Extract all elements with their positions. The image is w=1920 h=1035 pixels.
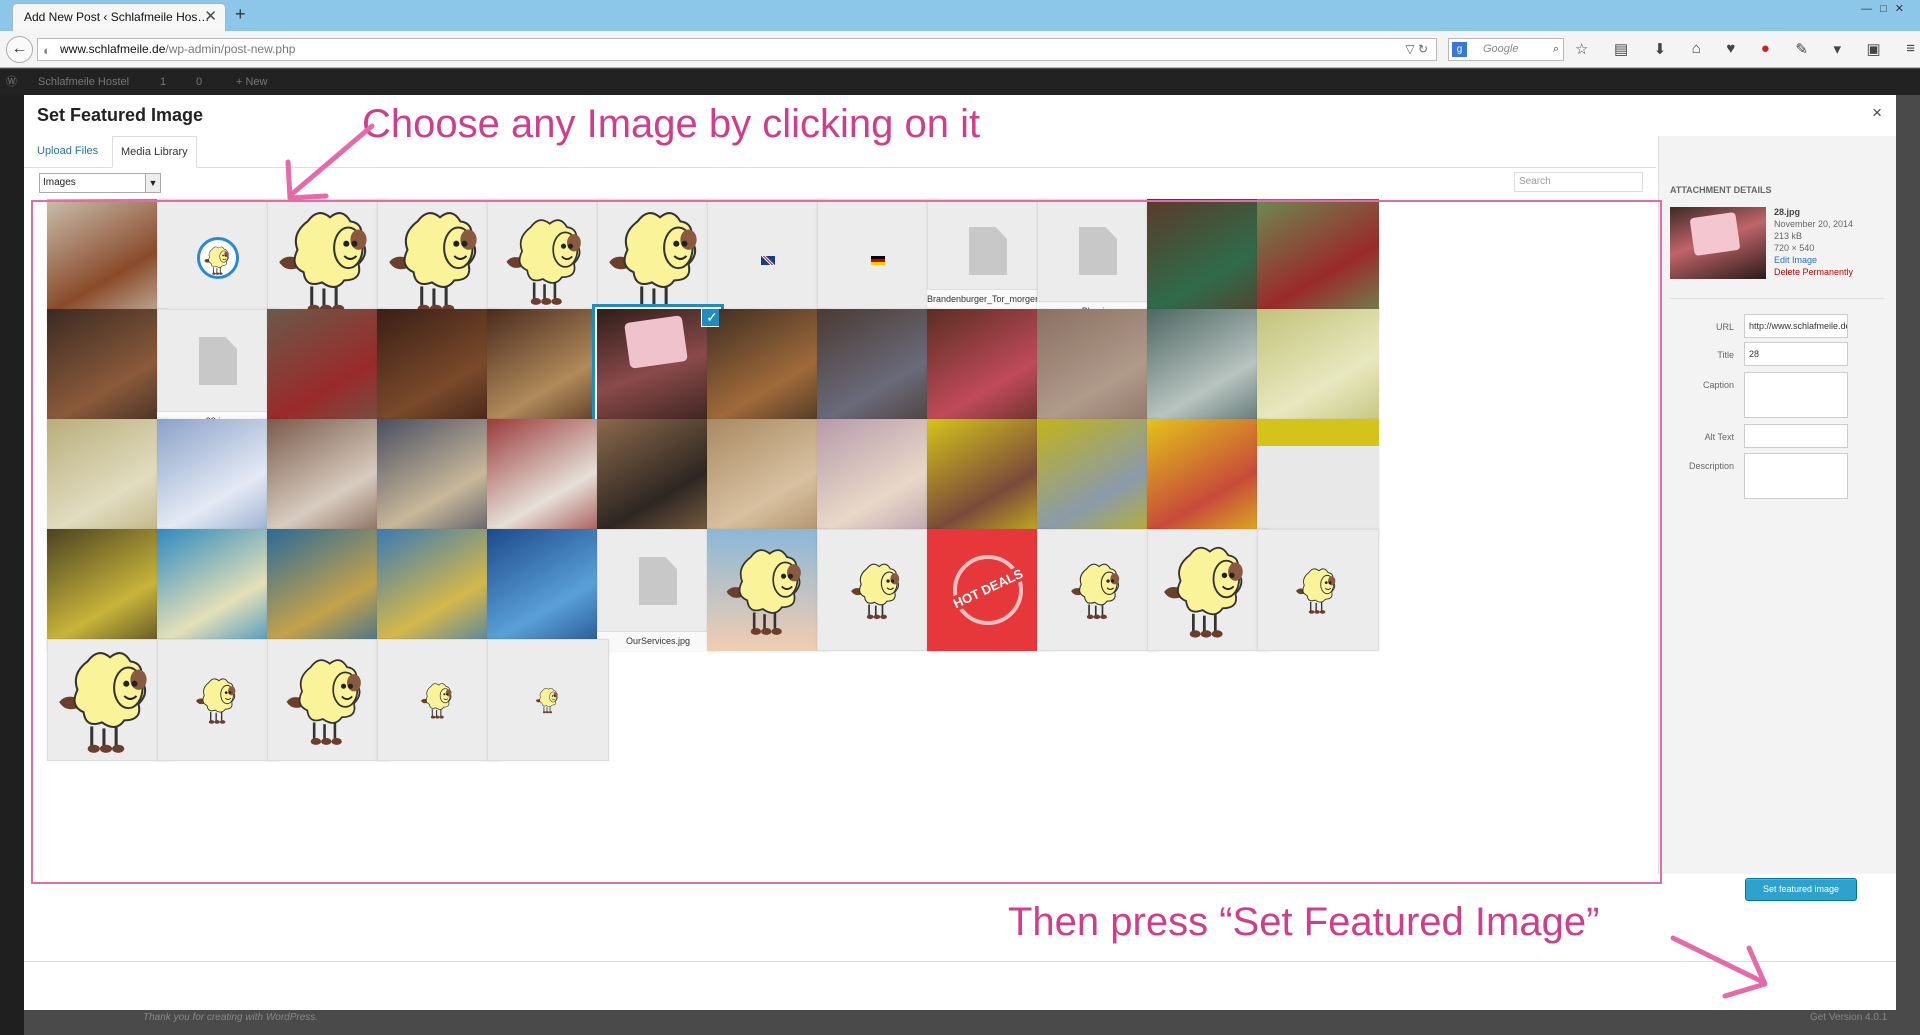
url-host: www.schlafmeile.de: [60, 42, 166, 56]
attachment-dimensions: 720 × 540: [1774, 243, 1815, 253]
footer-thanks: Thank you for creating with WordPress.: [143, 1012, 319, 1023]
reading-list-icon[interactable]: ▤: [1614, 40, 1628, 60]
title-field[interactable]: 28: [1744, 342, 1848, 366]
attachment-filename: 28.jpg: [1774, 207, 1801, 217]
admin-bar-new[interactable]: + New: [236, 69, 268, 95]
home-icon[interactable]: ⌂: [1692, 40, 1701, 60]
google-icon[interactable]: g: [1452, 42, 1467, 57]
tab-media-library[interactable]: Media Library: [112, 136, 197, 168]
browser-navbar: ← ◐ www.schlafmeile.de/wp-admin/post-new…: [0, 31, 1920, 68]
admin-bar-updates[interactable]: 1: [160, 69, 166, 95]
admin-bar-comments[interactable]: 0: [196, 69, 202, 95]
heart-icon[interactable]: ♥: [1726, 40, 1735, 60]
annotation-arrow-icon: [285, 123, 375, 201]
annotation-top: Choose any Image by clicking on it: [362, 102, 981, 146]
new-tab-button[interactable]: +: [235, 4, 246, 25]
alt-text-field[interactable]: [1744, 424, 1848, 448]
download-icon[interactable]: ⬇: [1654, 40, 1667, 60]
browser-toolbar-icons: ☆ ▤ ⬇ ⌂ ♥ ● ✎ ▾ ▣ ≡: [1575, 40, 1915, 60]
grid-highlight-box: [31, 200, 1662, 884]
back-arrow-icon[interactable]: ←: [6, 36, 33, 63]
address-bar[interactable]: ◐ www.schlafmeile.de/wp-admin/post-new.p…: [37, 38, 1437, 61]
reload-icon[interactable]: ▽ ↻: [1405, 39, 1428, 60]
browser-titlebar: Add New Post ‹ Schlafmeile Hos… ✕ + —□✕: [0, 0, 1920, 31]
attachment-thumbnail[interactable]: [1670, 207, 1766, 279]
tab-upload-files[interactable]: Upload Files: [29, 136, 106, 168]
annotation-bottom: Then press “Set Featured Image”: [1008, 900, 1600, 944]
globe-icon: ◐: [43, 43, 51, 58]
search-icon[interactable]: ⌕: [1553, 39, 1559, 60]
edit-image-link[interactable]: Edit Image: [1774, 254, 1853, 266]
footer-version: Get Version 4.0.1: [1810, 1012, 1888, 1023]
tab-title: Add New Post ‹ Schlafmeile Hos…: [24, 10, 210, 24]
attachment-info: 28.jpg November 20, 2014 213 kB 720 × 54…: [1774, 206, 1853, 278]
search-engine-box[interactable]: g Google ⌕: [1448, 38, 1564, 61]
annotation-arrow-icon: [1670, 935, 1768, 999]
set-featured-image-button[interactable]: Set featured image: [1745, 878, 1857, 901]
modal-toolbar: [24, 961, 1896, 1010]
checkmark-icon[interactable]: ✓: [701, 309, 719, 327]
close-icon[interactable]: ×: [1872, 103, 1882, 123]
url-label: URL: [1715, 322, 1734, 332]
caption-label: Caption: [1702, 380, 1734, 390]
caption-field[interactable]: [1744, 372, 1848, 418]
tab-close-icon[interactable]: ✕: [204, 4, 217, 30]
admin-bar-site[interactable]: Schlafmeile Hostel: [38, 69, 129, 95]
bookmark-star-icon[interactable]: ☆: [1575, 40, 1588, 60]
title-label: Title: [1717, 350, 1734, 360]
browser-tab[interactable]: Add New Post ‹ Schlafmeile Hos… ✕: [12, 3, 226, 31]
description-label: Description: [1688, 461, 1734, 471]
attachment-size: 213 kB: [1774, 231, 1803, 241]
url-path: /wp-admin/post-new.php: [165, 42, 296, 56]
attachment-details-heading: ATTACHMENT DETAILS: [1670, 185, 1772, 195]
menu-dropdown-icon[interactable]: ▾: [1833, 40, 1841, 60]
url-field[interactable]: http://www.schlafmeile.de/w: [1744, 314, 1848, 338]
wp-admin-bar: Ⓦ Schlafmeile Hostel 1 0 + New: [0, 69, 1920, 95]
hamburger-menu-icon[interactable]: ≡: [1906, 40, 1915, 60]
adblock-icon[interactable]: ●: [1761, 40, 1770, 60]
details-divider: [1670, 298, 1884, 299]
modal-title: Set Featured Image: [37, 105, 204, 125]
wordpress-logo-icon[interactable]: Ⓦ: [6, 69, 17, 95]
dev-tools-icon[interactable]: ✎: [1795, 40, 1808, 60]
search-engine-placeholder: Google: [1483, 43, 1519, 55]
sync-icon[interactable]: ▣: [1866, 40, 1880, 60]
window-controls[interactable]: —□✕: [1861, 2, 1912, 15]
admin-sidebar: [0, 95, 24, 1035]
delete-permanently-link[interactable]: Delete Permanently: [1774, 266, 1853, 278]
attachment-date: November 20, 2014: [1774, 219, 1854, 229]
alt-text-label: Alt Text: [1704, 432, 1734, 442]
description-field[interactable]: [1744, 453, 1848, 499]
